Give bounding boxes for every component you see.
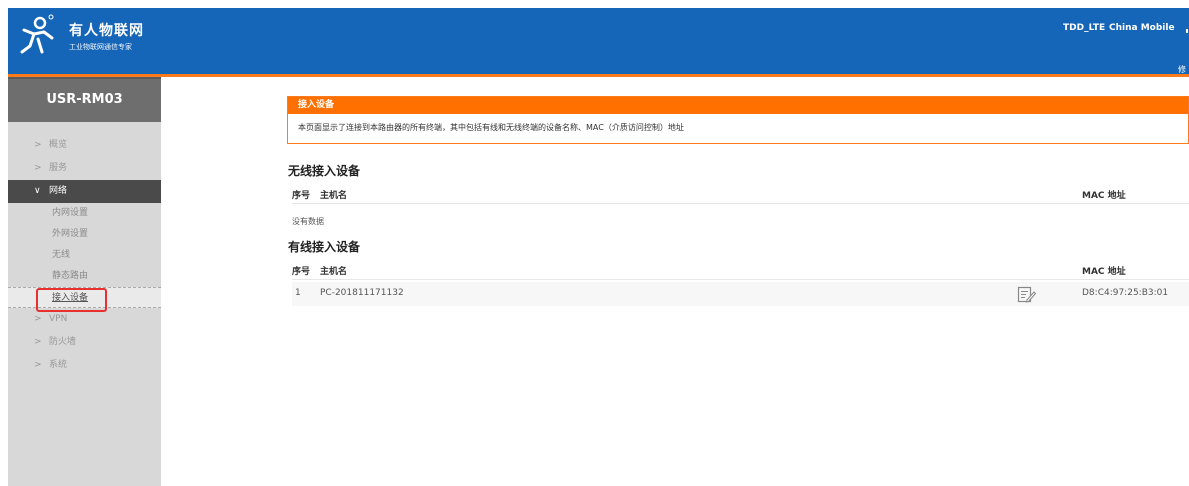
sidebar-menu: > 概览 > 服务 ∨ 网络 内网设置 外网设置 无线 静态路由 接入设备 > … xyxy=(8,134,161,377)
sidebar: USR-RM03 > 概览 > 服务 ∨ 网络 内网设置 外网设置 无线 静态路… xyxy=(8,77,161,486)
column-header-mac: MAC 地址 xyxy=(1082,191,1126,201)
column-header-no: 序号 xyxy=(292,267,311,277)
brand-name: 有人物联网 xyxy=(69,23,144,39)
brand-subtitle: 工业物联网通信专家 xyxy=(69,43,132,51)
signal-strength-icon xyxy=(1186,29,1188,33)
wired-table-header: 序号 主机名 MAC 地址 xyxy=(292,260,1189,280)
brand-logo-icon xyxy=(20,14,54,54)
device-name: USR-RM03 xyxy=(46,92,123,107)
panel-description: 本页面显示了连接到本路由器的所有终端，其中包括有线和无线终端的设备名称、MAC（… xyxy=(298,123,684,132)
sidebar-subitem-static-route[interactable]: 静态路由 xyxy=(8,266,161,287)
chevron-right-icon: > xyxy=(34,140,42,150)
sidebar-item-label: 网络 xyxy=(49,186,68,196)
wireless-table-header: 序号 主机名 MAC 地址 xyxy=(292,184,1189,204)
table-row: 1 PC-201811171132 D8:C4:97:25:B3:01 xyxy=(292,282,1189,306)
device-name-box: USR-RM03 xyxy=(8,77,161,122)
chevron-down-icon: ∨ xyxy=(34,186,41,196)
sidebar-item-label: 概览 xyxy=(49,140,68,150)
sidebar-subitem-wan[interactable]: 外网设置 xyxy=(8,224,161,245)
wired-section-title: 有线接入设备 xyxy=(288,240,361,254)
column-header-no: 序号 xyxy=(292,191,311,201)
sidebar-item-label: VPN xyxy=(49,314,68,324)
chevron-right-icon: > xyxy=(34,360,42,370)
operator-status: China Mobile xyxy=(1109,23,1175,33)
edit-icon[interactable] xyxy=(1017,285,1036,304)
top-header: 有人物联网 工业物联网通信专家 TDD_LTE China Mobile 修改 xyxy=(8,8,1189,85)
chevron-right-icon: > xyxy=(34,314,42,324)
sidebar-item-label: 系统 xyxy=(49,360,68,370)
sidebar-subitem-wireless[interactable]: 无线 xyxy=(8,245,161,266)
wireless-empty-text: 没有数据 xyxy=(292,217,324,226)
network-type-status: TDD_LTE xyxy=(1063,23,1106,33)
sidebar-item-vpn[interactable]: > VPN xyxy=(8,308,161,331)
chevron-right-icon: > xyxy=(34,163,42,173)
row-no: 1 xyxy=(295,288,301,298)
sidebar-item-system[interactable]: > 系统 xyxy=(8,354,161,377)
info-panel: 接入设备 本页面显示了连接到本路由器的所有终端，其中包括有线和无线终端的设备名称… xyxy=(287,96,1189,144)
row-mac-address: D8:C4:97:25:B3:01 xyxy=(1082,288,1169,298)
wireless-section-title: 无线接入设备 xyxy=(288,164,361,178)
sidebar-item-network[interactable]: ∨ 网络 xyxy=(8,180,161,203)
sidebar-item-label: 服务 xyxy=(49,163,68,173)
column-header-host: 主机名 xyxy=(320,191,348,201)
main-content: 接入设备 本页面显示了连接到本路由器的所有终端，其中包括有线和无线终端的设备名称… xyxy=(161,77,1189,486)
sidebar-subitem-access-devices[interactable]: 接入设备 xyxy=(8,287,161,308)
chevron-right-icon: > xyxy=(34,337,42,347)
sidebar-subitem-lan[interactable]: 内网设置 xyxy=(8,203,161,224)
column-header-host: 主机名 xyxy=(320,267,348,277)
panel-title: 接入设备 xyxy=(288,97,1188,114)
sidebar-item-overview[interactable]: > 概览 xyxy=(8,134,161,157)
sidebar-item-firewall[interactable]: > 防火墙 xyxy=(8,331,161,354)
column-header-mac: MAC 地址 xyxy=(1082,267,1126,277)
sidebar-item-label: 防火墙 xyxy=(49,337,77,347)
row-hostname: PC-201811171132 xyxy=(320,288,404,298)
sidebar-item-services[interactable]: > 服务 xyxy=(8,157,161,180)
